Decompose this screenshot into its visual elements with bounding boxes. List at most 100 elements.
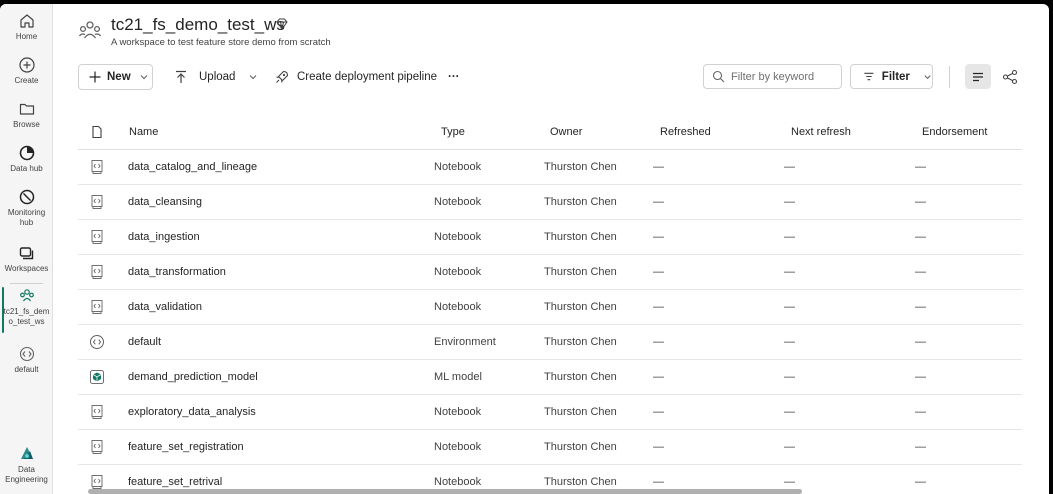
item-name-link[interactable]: feature_set_registration — [128, 441, 244, 453]
column-header-type[interactable]: Type — [441, 126, 465, 138]
plus-icon — [89, 71, 101, 83]
create-deployment-pipeline-button[interactable]: Create deployment pipeline — [274, 64, 437, 90]
item-name-link[interactable]: demand_prediction_model — [128, 371, 258, 383]
notebook-icon — [89, 299, 105, 318]
nav-monitoring-label-2: hub — [19, 218, 34, 227]
nav-current-workspace-label-2: o_test_ws — [8, 317, 45, 326]
item-name-link[interactable]: data_ingestion — [128, 231, 200, 243]
item-endorsement: — — [915, 371, 926, 383]
environment-icon — [89, 334, 105, 353]
rail-divider — [10, 283, 43, 284]
item-endorsement: — — [915, 196, 926, 208]
nav-home-label: Home — [15, 32, 38, 41]
item-refreshed: — — [653, 371, 664, 383]
chevron-down-icon — [250, 75, 257, 80]
item-name-link[interactable]: default — [128, 336, 161, 348]
column-header-name[interactable]: Name — [129, 126, 158, 138]
item-owner: Thurston Chen — [544, 476, 617, 488]
new-button[interactable]: New — [78, 64, 153, 90]
column-header-refreshed[interactable]: Refreshed — [660, 126, 711, 138]
nav-browse[interactable]: Browse — [0, 100, 53, 130]
nav-home[interactable]: Home — [0, 12, 53, 42]
nav-create[interactable]: Create — [0, 56, 53, 86]
item-type: Notebook — [434, 196, 482, 208]
notebook-icon — [89, 229, 105, 248]
item-owner: Thurston Chen — [544, 161, 617, 173]
column-header-endorsement[interactable]: Endorsement — [922, 126, 987, 138]
item-type: Notebook — [434, 231, 482, 243]
search-placeholder: Filter by keyword — [731, 70, 815, 83]
nav-current-workspace[interactable]: tc21_fs_dem o_test_ws — [0, 287, 53, 333]
nav-experience-label-1: Data — [18, 465, 35, 474]
item-type: Notebook — [434, 161, 482, 173]
table-row[interactable]: exploratory_data_analysis Notebook Thursto… — [78, 395, 1022, 430]
item-owner: Thurston Chen — [544, 301, 617, 313]
item-name-link[interactable]: feature_set_retrival — [128, 476, 222, 488]
item-endorsement: — — [915, 161, 926, 173]
item-endorsement: — — [915, 336, 926, 348]
create-deployment-pipeline-label: Create deployment pipeline — [297, 71, 438, 83]
table-row[interactable]: demand_prediction_model ML model Thurston … — [78, 360, 1022, 395]
search-input[interactable]: Filter by keyword — [703, 64, 842, 89]
monitoring-icon — [19, 189, 34, 205]
horizontal-scrollbar[interactable] — [88, 489, 802, 494]
item-name-link[interactable]: data_catalog_and_lineage — [128, 161, 257, 173]
nav-default[interactable]: default — [0, 345, 53, 375]
item-owner: Thurston Chen — [544, 336, 617, 348]
nav-monitoring-hub[interactable]: Monitoring hub — [0, 188, 53, 228]
upload-button-label: Upload — [199, 71, 236, 83]
table-row[interactable]: data_catalog_and_lineage Notebook Thurston… — [78, 150, 1022, 185]
item-name-link[interactable]: data_transformation — [128, 266, 226, 278]
nav-workspaces[interactable]: Workspaces — [0, 244, 53, 274]
ml-model-icon — [89, 369, 105, 388]
column-header-owner[interactable]: Owner — [550, 126, 582, 138]
more-options-button[interactable]: ··· — [448, 64, 460, 90]
table-header: Name Type Owner Refreshed Next refresh E… — [78, 116, 1022, 150]
item-next-refresh: — — [784, 476, 795, 488]
nav-current-workspace-label-1: tc21_fs_dem — [3, 307, 50, 316]
filter-button[interactable]: Filter — [850, 64, 933, 89]
table-row[interactable]: data_ingestion Notebook Thurston Chen — — — — [78, 220, 1022, 255]
column-header-next-refresh[interactable]: Next refresh — [791, 126, 851, 138]
item-type: Notebook — [434, 406, 482, 418]
item-refreshed: — — [653, 476, 664, 488]
table-row[interactable]: data_cleansing Notebook Thurston Chen — — — — [78, 185, 1022, 220]
item-type: Notebook — [434, 476, 482, 488]
nav-data-hub[interactable]: Data hub — [0, 144, 53, 174]
lineage-view-button[interactable] — [999, 64, 1021, 89]
nav-experience-switcher[interactable]: Data Engineering — [0, 445, 53, 485]
item-type: ML model — [434, 371, 482, 383]
group-workspace-icon — [19, 289, 34, 302]
item-refreshed: — — [653, 266, 664, 278]
item-refreshed: — — [653, 196, 664, 208]
toolbar-divider — [949, 66, 950, 88]
item-refreshed: — — [653, 336, 664, 348]
table-row[interactable]: feature_set_registration Notebook Thurston… — [78, 430, 1022, 465]
item-next-refresh: — — [784, 406, 795, 418]
table-row[interactable]: default Environment Thurston Chen — — — — [78, 325, 1022, 360]
item-type: Environment — [434, 336, 496, 348]
filter-button-label: Filter — [881, 70, 910, 83]
item-owner: Thurston Chen — [544, 371, 617, 383]
rocket-icon — [276, 70, 289, 83]
folder-icon — [19, 103, 34, 115]
file-type-icon — [92, 125, 102, 139]
home-icon — [19, 14, 34, 28]
item-type: Notebook — [434, 266, 482, 278]
table-row[interactable]: data_transformation Notebook Thurston Chen… — [78, 255, 1022, 290]
nav-default-label: default — [14, 365, 39, 374]
new-button-label: New — [107, 71, 131, 83]
item-name-link[interactable]: data_validation — [128, 301, 202, 313]
item-name-link[interactable]: data_cleansing — [128, 196, 202, 208]
workspaces-icon — [19, 247, 33, 260]
item-refreshed: — — [653, 441, 664, 453]
plus-circle-icon — [18, 57, 35, 73]
item-owner: Thurston Chen — [544, 441, 617, 453]
lineage-icon — [1002, 69, 1018, 84]
upload-button[interactable]: Upload — [173, 64, 258, 90]
item-name-link[interactable]: exploratory_data_analysis — [128, 406, 256, 418]
table-row[interactable]: data_validation Notebook Thurston Chen — — — — [78, 290, 1022, 325]
nav-browse-label: Browse — [13, 120, 40, 129]
list-view-button[interactable] — [965, 64, 991, 89]
notebook-icon — [89, 194, 105, 213]
